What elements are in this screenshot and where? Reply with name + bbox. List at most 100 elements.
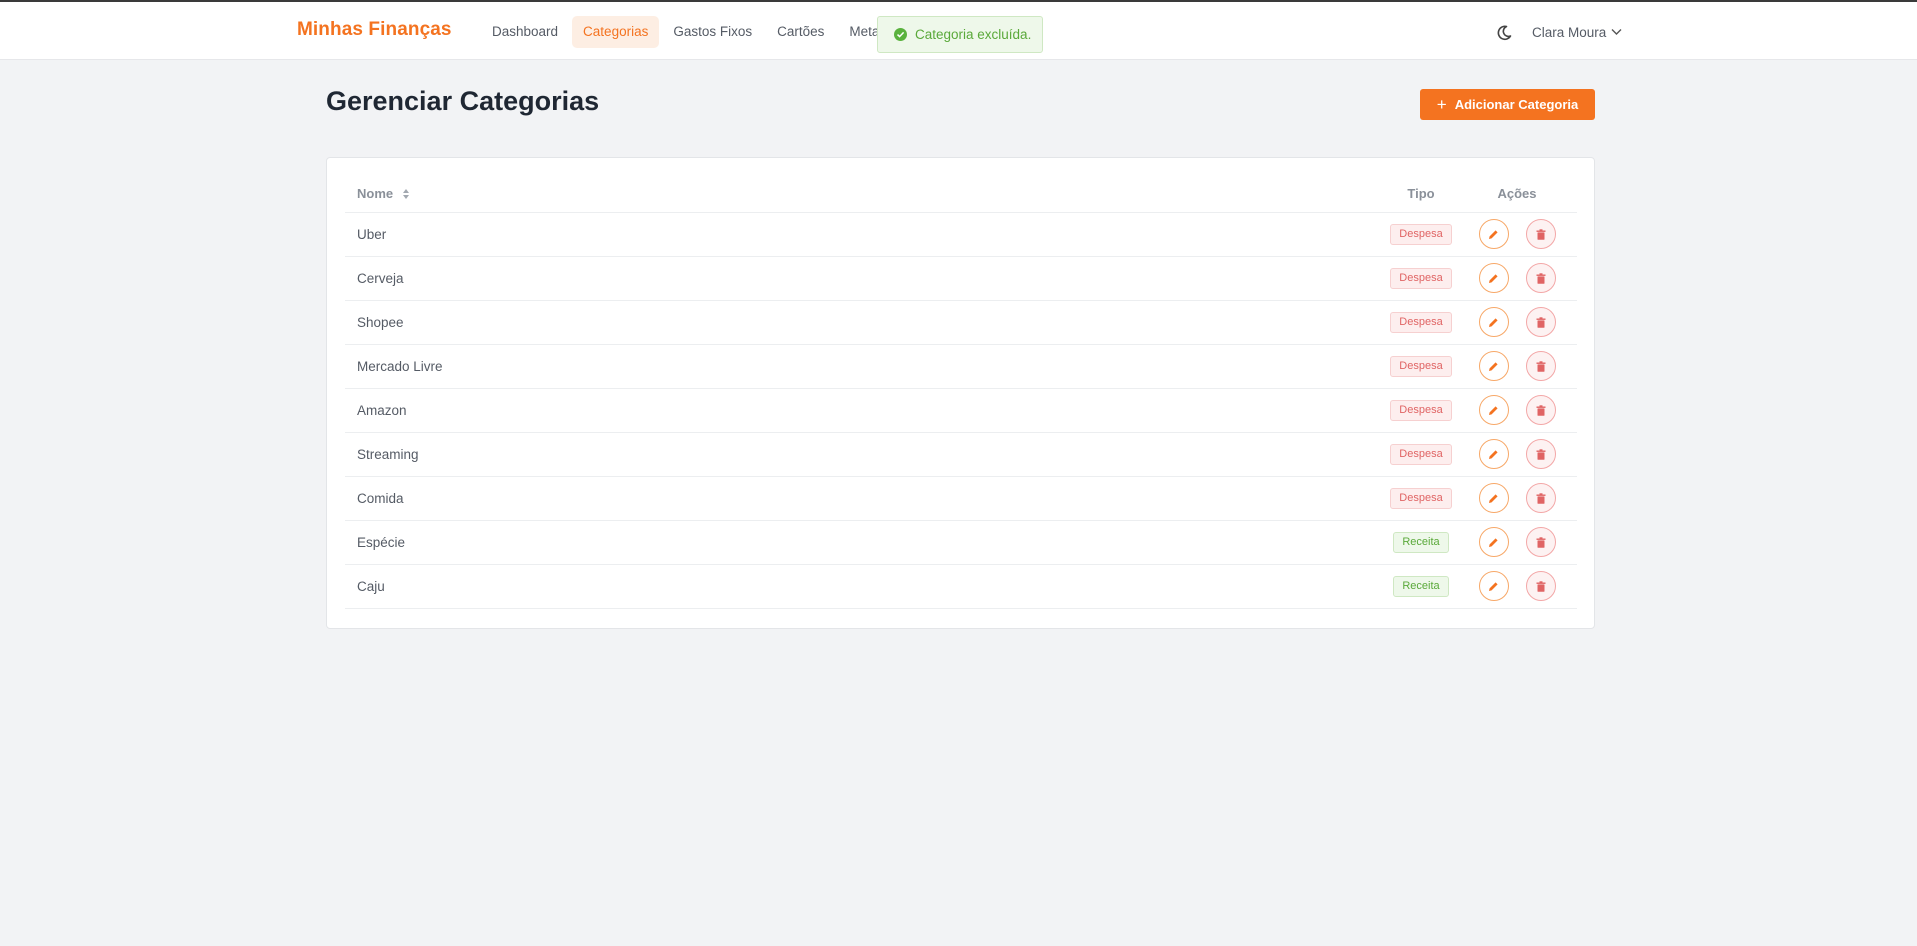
edit-button[interactable]: [1478, 395, 1509, 425]
type-badge: Receita: [1393, 575, 1449, 597]
delete-button[interactable]: [1525, 527, 1556, 557]
delete-button[interactable]: [1525, 219, 1556, 249]
category-type-cell: Despesa: [1385, 432, 1457, 477]
category-type-cell: Despesa: [1385, 344, 1457, 389]
categories-card: Nome Tipo Ações Uber Despesa Cerveja Despes…: [326, 157, 1595, 629]
pencil-icon: [1489, 229, 1498, 239]
user-name: Clara Moura: [1532, 24, 1607, 40]
type-badge: Despesa: [1390, 311, 1452, 333]
category-name: Streaming: [345, 432, 1385, 477]
sort-icon[interactable]: [402, 188, 410, 200]
actions-cell: [1457, 256, 1577, 301]
edit-button[interactable]: [1478, 439, 1509, 469]
category-name: Espécie: [345, 520, 1385, 565]
actions-cell: [1457, 520, 1577, 565]
edit-button[interactable]: [1478, 351, 1509, 381]
table-row: Comida Despesa: [345, 476, 1577, 521]
delete-button[interactable]: [1525, 571, 1556, 601]
type-badge: Despesa: [1390, 355, 1452, 377]
delete-button[interactable]: [1525, 395, 1556, 425]
actions-cell: [1457, 300, 1577, 345]
edit-button[interactable]: [1478, 571, 1509, 601]
delete-button[interactable]: [1525, 483, 1556, 513]
actions-cell: [1457, 564, 1577, 609]
row-actions: [1457, 307, 1577, 337]
add-category-button[interactable]: + Adicionar Categoria: [1420, 89, 1595, 120]
type-badge: Despesa: [1390, 443, 1452, 465]
table-row: Uber Despesa: [345, 212, 1577, 257]
row-actions: [1457, 219, 1577, 249]
type-badge: Despesa: [1390, 223, 1452, 245]
pencil-icon: [1489, 581, 1498, 591]
actions-cell: [1457, 212, 1577, 257]
nav-cartoes[interactable]: Cartões: [766, 16, 835, 48]
table-header-row: Nome Tipo Ações: [345, 176, 1577, 213]
categories-table: Nome Tipo Ações Uber Despesa Cerveja Despes…: [345, 176, 1577, 609]
actions-cell: [1457, 432, 1577, 477]
plus-icon: +: [1436, 95, 1447, 114]
user-menu[interactable]: Clara Moura: [1532, 22, 1622, 42]
delete-button[interactable]: [1525, 307, 1556, 337]
nav-categorias[interactable]: Categorias: [572, 16, 660, 48]
pencil-icon: [1489, 449, 1498, 459]
nav-dashboard[interactable]: Dashboard: [481, 16, 569, 48]
edit-button[interactable]: [1478, 219, 1509, 249]
pencil-icon: [1489, 317, 1498, 327]
category-name: Cerveja: [345, 256, 1385, 301]
edit-button[interactable]: [1478, 527, 1509, 557]
row-actions: [1457, 571, 1577, 601]
table-row: Cerveja Despesa: [345, 256, 1577, 301]
trash-icon: [1536, 492, 1545, 504]
trash-icon: [1536, 448, 1545, 460]
row-actions: [1457, 439, 1577, 469]
category-type-cell: Receita: [1385, 520, 1457, 565]
type-badge: Despesa: [1390, 267, 1452, 289]
type-badge: Despesa: [1390, 399, 1452, 421]
pencil-icon: [1489, 537, 1498, 547]
delete-button[interactable]: [1525, 263, 1556, 293]
category-name: Mercado Livre: [345, 344, 1385, 389]
trash-icon: [1536, 580, 1545, 592]
check-circle-icon: [894, 28, 907, 41]
category-name: Shopee: [345, 300, 1385, 345]
nav-gastos-fixos[interactable]: Gastos Fixos: [662, 16, 763, 48]
edit-button[interactable]: [1478, 263, 1509, 293]
category-name: Caju: [345, 564, 1385, 609]
trash-icon: [1536, 360, 1545, 372]
table-row: Mercado Livre Despesa: [345, 344, 1577, 389]
page-title: Gerenciar Categorias: [326, 86, 600, 116]
edit-button[interactable]: [1478, 307, 1509, 337]
brand-logo[interactable]: Minhas Finanças: [297, 19, 452, 41]
delete-button[interactable]: [1525, 439, 1556, 469]
toast-message: Categoria excluída.: [915, 27, 1032, 42]
trash-icon: [1536, 404, 1545, 416]
edit-button[interactable]: [1478, 483, 1509, 513]
moon-icon[interactable]: [1495, 24, 1513, 42]
type-badge: Despesa: [1390, 487, 1452, 509]
delete-button[interactable]: [1525, 351, 1556, 381]
row-actions: [1457, 263, 1577, 293]
category-type-cell: Despesa: [1385, 388, 1457, 433]
trash-icon: [1536, 536, 1545, 548]
main-nav: Dashboard Categorias Gastos Fixos Cartõe…: [481, 16, 900, 48]
trash-icon: [1536, 316, 1545, 328]
actions-cell: [1457, 476, 1577, 521]
pencil-icon: [1489, 405, 1498, 415]
table-row: Espécie Receita: [345, 520, 1577, 565]
row-actions: [1457, 351, 1577, 381]
pencil-icon: [1489, 361, 1498, 371]
category-name: Amazon: [345, 388, 1385, 433]
table-row: Streaming Despesa: [345, 432, 1577, 477]
category-type-cell: Despesa: [1385, 476, 1457, 521]
row-actions: [1457, 527, 1577, 557]
category-name: Comida: [345, 476, 1385, 521]
add-category-label: Adicionar Categoria: [1454, 97, 1579, 112]
table-row: Amazon Despesa: [345, 388, 1577, 433]
trash-icon: [1536, 272, 1545, 284]
actions-cell: [1457, 344, 1577, 389]
category-name: Uber: [345, 212, 1385, 257]
table-row: Caju Receita: [345, 564, 1577, 609]
category-type-cell: Despesa: [1385, 300, 1457, 345]
column-header-name[interactable]: Nome: [345, 176, 1385, 213]
chevron-down-icon: [1611, 29, 1622, 35]
